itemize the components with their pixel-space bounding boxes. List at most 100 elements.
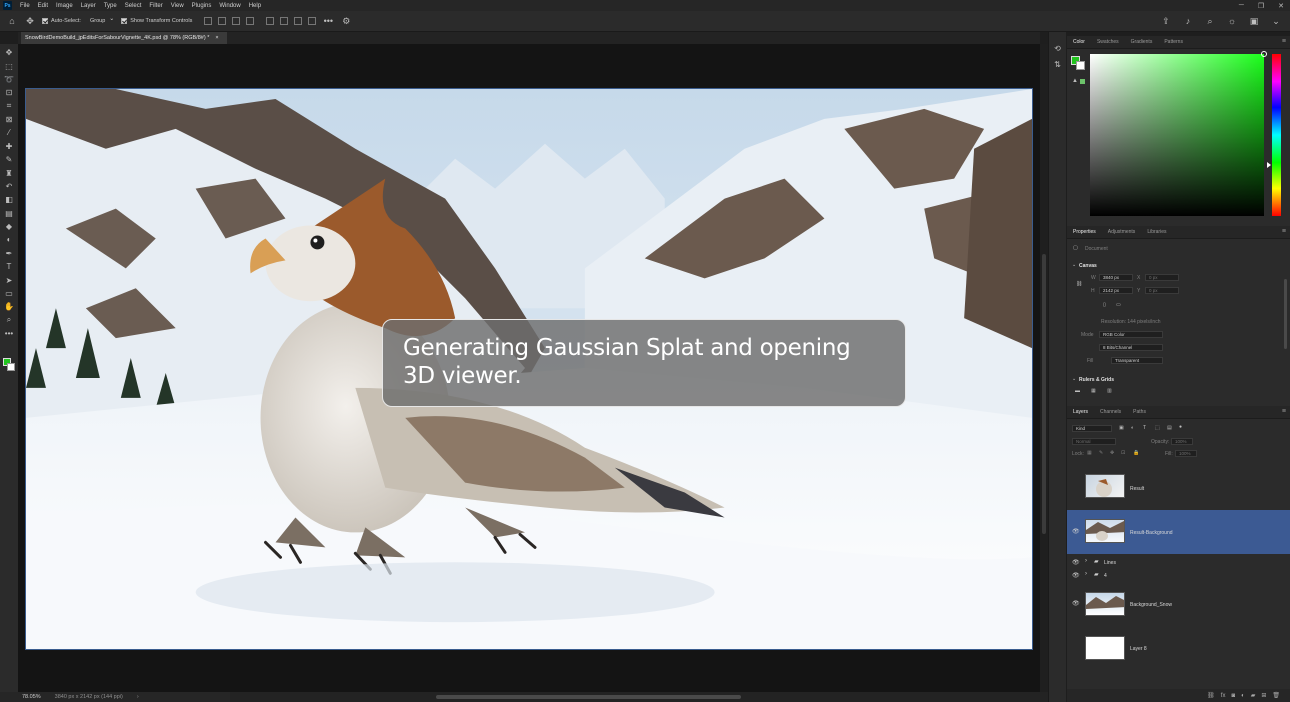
tab-channels[interactable]: Channels	[1100, 409, 1121, 415]
tab-libraries[interactable]: Libraries	[1147, 229, 1166, 235]
auto-select-checkbox[interactable]: Auto-Select:	[42, 18, 81, 24]
tab-adjustments[interactable]: Adjustments	[1108, 229, 1136, 235]
stamp-tool-icon[interactable]: ♜	[3, 167, 15, 179]
layer-kind-filter[interactable]: Kind	[1072, 425, 1112, 432]
eye-icon[interactable]: 👁	[1072, 572, 1080, 579]
layer-row-result-background[interactable]: 👁 Result-Background	[1067, 510, 1290, 554]
panel-menu-icon[interactable]: ≡	[1282, 38, 1286, 45]
bell-icon[interactable]: ♪	[1182, 15, 1194, 27]
menu-filter[interactable]: Filter	[145, 3, 166, 9]
status-menu-arrow[interactable]: ›	[137, 694, 139, 700]
adjustment-layer-icon[interactable]: ◐	[1241, 693, 1245, 699]
home-icon[interactable]: ⌂	[6, 15, 18, 27]
brush-tool-icon[interactable]: ✎	[3, 154, 15, 166]
menu-view[interactable]: View	[167, 3, 188, 9]
lock-transparency-icon[interactable]: ▦	[1087, 450, 1092, 456]
dodge-tool-icon[interactable]: ◐	[3, 234, 15, 246]
eye-icon[interactable]: 👁	[1072, 559, 1080, 566]
landscape-orientation-icon[interactable]: ▭	[1116, 302, 1121, 308]
menu-type[interactable]: Type	[100, 3, 121, 9]
panel-menu-icon[interactable]: ≡	[1282, 228, 1286, 235]
link-icon[interactable]: ⛓	[1076, 281, 1082, 287]
close-window-button[interactable]: ✕	[1278, 2, 1284, 10]
menu-plugins[interactable]: Plugins	[188, 3, 216, 9]
background-color-swatch[interactable]	[7, 363, 15, 371]
bit-depth-dropdown[interactable]: 8 Bits/Channel	[1099, 344, 1163, 351]
minimize-button[interactable]: ─	[1239, 2, 1244, 9]
chevron-right-icon[interactable]: ›	[1085, 558, 1087, 564]
align-left-icon[interactable]	[204, 17, 213, 25]
lock-all-icon[interactable]: 🔒	[1133, 450, 1139, 456]
layer-row-group-4[interactable]: 👁 › ▰ 4	[1067, 569, 1290, 582]
filter-shape-icon[interactable]: ⬚	[1155, 425, 1160, 431]
object-select-tool-icon[interactable]: ⊡	[3, 87, 15, 99]
eye-icon[interactable]: 👁	[1072, 600, 1080, 607]
properties-scrollbar[interactable]	[1284, 279, 1287, 349]
eraser-tool-icon[interactable]: ◧	[3, 194, 15, 206]
panel-menu-icon[interactable]: ≡	[1282, 408, 1286, 415]
crop-tool-icon[interactable]: ⌗	[3, 100, 15, 112]
layer-mask-icon[interactable]: ◙	[1231, 693, 1235, 699]
eyedropper-tool-icon[interactable]: ⁄	[3, 127, 15, 139]
history-icon[interactable]: ⟲	[1052, 42, 1064, 54]
path-select-tool-icon[interactable]: ➤	[3, 274, 15, 286]
vertical-scrollbar[interactable]	[1040, 44, 1048, 692]
tab-gradients[interactable]: Gradients	[1131, 39, 1153, 45]
chevron-down-icon[interactable]: ⌄	[1270, 15, 1282, 27]
color-picker-cursor[interactable]	[1261, 51, 1267, 57]
gamut-warning-icon[interactable]: ▲	[1072, 78, 1078, 84]
filter-type-icon[interactable]: T	[1143, 425, 1146, 431]
layer-row-layer-8[interactable]: Layer 8	[1067, 632, 1290, 666]
more-options-button[interactable]: •••	[322, 15, 334, 27]
lock-artboard-icon[interactable]: ⊡	[1121, 450, 1125, 456]
hue-slider-handle[interactable]	[1267, 162, 1271, 168]
layer-style-icon[interactable]: fx	[1221, 693, 1226, 699]
move-tool-icon[interactable]: ✥	[24, 15, 36, 27]
distribute-icon[interactable]	[246, 17, 255, 25]
menu-select[interactable]: Select	[121, 3, 146, 9]
show-transform-controls-checkbox[interactable]: Show Transform Controls	[121, 18, 192, 24]
link-layers-icon[interactable]: ⛓	[1207, 692, 1215, 699]
blur-tool-icon[interactable]: ◆	[3, 221, 15, 233]
align-bottom-icon[interactable]	[294, 17, 303, 25]
shape-tool-icon[interactable]: ▭	[3, 287, 15, 299]
trash-icon[interactable]: 🗑	[1272, 692, 1280, 699]
grid-icon[interactable]: ▦	[1091, 388, 1096, 394]
layer-row-background-snow[interactable]: 👁 Background_Snow	[1067, 586, 1290, 622]
mode-dropdown[interactable]: RGB Color	[1099, 331, 1163, 338]
eye-icon[interactable]: 👁	[1072, 528, 1080, 535]
layer-row-lines[interactable]: 👁 › ▰ Lines	[1067, 556, 1290, 569]
chevron-down-icon[interactable]: ⌄	[1072, 376, 1076, 382]
web-safe-swatch[interactable]	[1080, 79, 1085, 84]
actions-icon[interactable]: ⇅	[1052, 58, 1064, 70]
marquee-tool-icon[interactable]: ⬚	[3, 60, 15, 72]
new-group-icon[interactable]: ▰	[1251, 692, 1256, 699]
zoom-level[interactable]: 78.05%	[22, 694, 41, 700]
tab-color[interactable]: Color	[1073, 39, 1085, 45]
frame-tool-icon[interactable]: ⊠	[3, 114, 15, 126]
healing-brush-tool-icon[interactable]: ✚	[3, 140, 15, 152]
align-right-icon[interactable]	[232, 17, 241, 25]
filter-image-icon[interactable]: ▣	[1119, 425, 1124, 431]
tab-layers[interactable]: Layers	[1073, 409, 1088, 415]
search-icon[interactable]: ⌕	[1204, 15, 1216, 27]
chevron-right-icon[interactable]: ›	[1085, 571, 1087, 577]
horizontal-scroll-thumb[interactable]	[436, 695, 741, 699]
menu-image[interactable]: Image	[52, 3, 77, 9]
type-tool-icon[interactable]: T	[3, 261, 15, 273]
filter-smart-object-icon[interactable]: ▤	[1167, 425, 1172, 431]
width-field[interactable]: 3840 px	[1099, 274, 1133, 281]
lasso-tool-icon[interactable]: ➰	[3, 73, 15, 85]
tab-paths[interactable]: Paths	[1133, 409, 1146, 415]
gear-icon[interactable]: ⚙	[340, 15, 352, 27]
menu-help[interactable]: Help	[245, 3, 265, 9]
restore-button[interactable]: ❐	[1258, 2, 1264, 10]
filter-adjustment-icon[interactable]: ◐	[1131, 425, 1134, 431]
canvas-area[interactable]: Generating Gaussian Splat and opening 3D…	[18, 44, 1040, 692]
new-layer-icon[interactable]: ⊞	[1261, 692, 1266, 699]
more-tools-icon[interactable]: •••	[3, 328, 15, 340]
menu-file[interactable]: File	[16, 3, 34, 9]
move-tool-icon[interactable]: ✥	[3, 47, 15, 59]
distribute-vertical-icon[interactable]	[308, 17, 317, 25]
opacity-field[interactable]: 100%	[1171, 438, 1193, 445]
